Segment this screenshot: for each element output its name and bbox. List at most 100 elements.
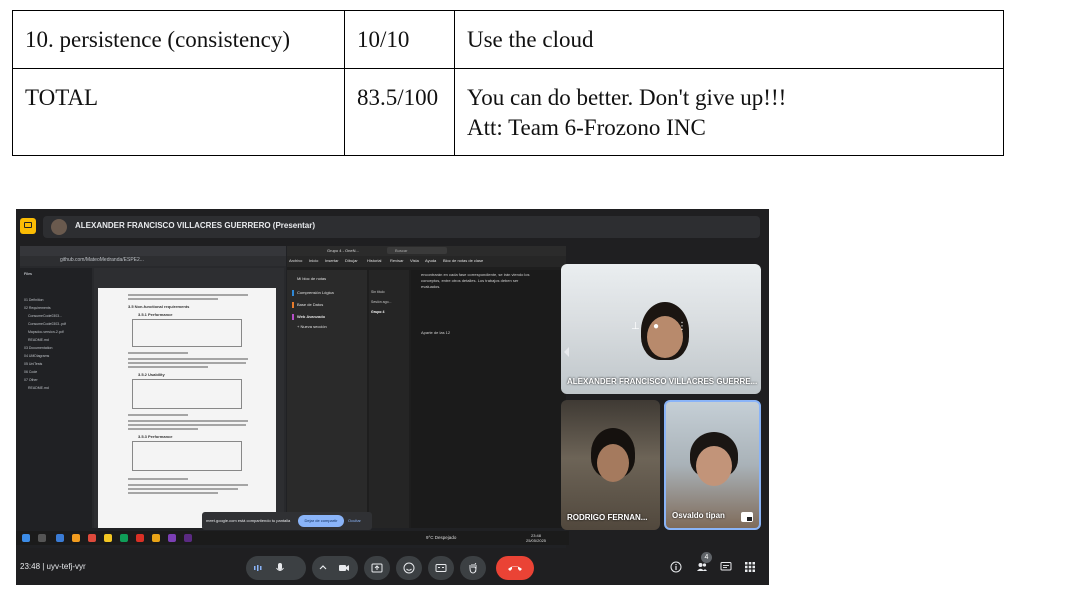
pdf-viewer: 3.5 Non-functional requirements 3.5.1 Pe… <box>94 268 284 528</box>
file-item[interactable]: 07 Other <box>24 378 38 382</box>
app-icon[interactable] <box>56 534 64 542</box>
onenote-icon[interactable] <box>168 534 176 542</box>
file-item[interactable]: 05 UniTests <box>24 362 42 366</box>
text-line <box>128 478 188 480</box>
captions-icon <box>435 564 447 572</box>
score-cell: 10/10 <box>344 10 455 69</box>
comment-line: Use the cloud <box>467 27 594 52</box>
menu-item[interactable]: Insertar <box>325 258 339 263</box>
app-icon[interactable] <box>184 534 192 542</box>
requirement-table <box>132 441 242 471</box>
menu-item[interactable]: Revisar <box>390 258 404 263</box>
text-line <box>128 352 188 354</box>
presenter-name: ALEXANDER FRANCISCO VILLACRES GUERRERO (… <box>75 221 316 230</box>
emoji-button[interactable] <box>396 556 422 580</box>
chevron-up-icon[interactable] <box>318 563 328 573</box>
requirement-table <box>132 319 242 347</box>
browser-window: github.com/MateoMedranda/ESPE2... Files … <box>20 246 286 528</box>
collapse-arrow-icon[interactable] <box>564 347 569 357</box>
end-call-button[interactable] <box>496 556 534 580</box>
file-item[interactable]: 03 Documentation <box>24 346 52 350</box>
comment-line: Att: Team 6-Frozono INC <box>467 115 706 140</box>
participants-count-badge: 4 <box>701 552 712 563</box>
menu-item[interactable]: Historial <box>367 258 381 263</box>
section-item[interactable]: Web Avanzado <box>297 314 325 319</box>
participant-tile[interactable]: Osvaldo tipan <box>664 400 761 530</box>
microphone-icon[interactable] <box>274 562 286 574</box>
file-item[interactable]: ConsumeCode0303... <box>28 314 62 318</box>
file-item[interactable]: 02 Requirements <box>24 306 51 310</box>
onenote-sections: Mi bloc de notas Comprensión Lógica Base… <box>287 270 367 528</box>
pdf-page: 3.5 Non-functional requirements 3.5.1 Pe… <box>98 288 276 528</box>
audio-levels-icon <box>254 565 262 571</box>
chat-icon[interactable] <box>720 561 732 573</box>
stop-sharing-button[interactable]: Dejar de compartir <box>298 515 344 527</box>
browser-tabs <box>20 246 286 256</box>
onenote-search[interactable]: Buscar <box>387 247 447 254</box>
new-section[interactable]: + Nueva sección <box>297 324 327 329</box>
text-line <box>128 492 218 494</box>
file-item[interactable]: Mapsdoc-version-2.pdf <box>28 330 64 334</box>
camera-icon[interactable] <box>338 562 350 574</box>
file-item[interactable]: 04 UMDiagrams <box>24 354 49 358</box>
hide-link[interactable]: Ocultar <box>348 518 361 523</box>
more-vert-icon: ⋮ <box>470 562 481 574</box>
chrome-icon[interactable] <box>88 534 96 542</box>
present-screen-icon <box>371 563 383 573</box>
file-item[interactable]: ConsumeCode0303..pdf <box>28 322 66 326</box>
sharing-text: meet.google.com está compartiendo tu pan… <box>206 518 291 523</box>
file-item[interactable]: README.md <box>28 386 49 390</box>
text-line <box>128 484 248 486</box>
onenote-titlebar: Grupo 4 - OneN... Buscar <box>287 246 566 256</box>
menu-item[interactable]: Dibujar <box>345 258 358 263</box>
app-icon[interactable] <box>120 534 128 542</box>
criterion-cell: TOTAL <box>12 68 345 156</box>
info-icon[interactable] <box>670 561 682 573</box>
text-line <box>128 298 218 300</box>
mic-icon[interactable]: ● <box>653 321 659 332</box>
menu-item[interactable]: Bloc de notas de clase <box>443 258 483 263</box>
text-line <box>128 414 188 416</box>
menu-item[interactable]: Archivo <box>289 258 302 263</box>
activities-icon[interactable] <box>744 561 756 573</box>
start-icon[interactable] <box>22 534 30 542</box>
more-options-button[interactable]: ⋮ <box>470 556 494 580</box>
comment-cell: Use the cloud <box>454 10 1004 69</box>
participant-tile[interactable]: ⊥ ● ⋮ ALEXANDER FRANCISCO VILLACRES GUER… <box>561 264 761 394</box>
avatar <box>51 219 67 235</box>
app-icon[interactable] <box>152 534 160 542</box>
app-icon[interactable] <box>136 534 144 542</box>
section-item[interactable]: Base de Datos <box>297 302 323 307</box>
table-row: TOTAL 83.5/100 You can do better. Don't … <box>12 68 1004 156</box>
page-item[interactable]: Sin título <box>371 290 405 294</box>
onenote-menu: Archivo Inicio Insertar Dibujar Historia… <box>287 256 566 267</box>
tile-controls: ⊥ ● ⋮ <box>631 321 691 337</box>
participant-tile[interactable]: RODRIGO FERNAN... <box>561 400 660 530</box>
page-item[interactable]: Grupo 4 <box>371 310 405 314</box>
folder-icon[interactable] <box>104 534 112 542</box>
presentation-icon[interactable] <box>20 218 36 234</box>
picture-in-picture-icon[interactable] <box>741 512 753 522</box>
file-item[interactable]: README.md <box>28 338 49 342</box>
present-now-button[interactable] <box>364 556 390 580</box>
page-item[interactable]: Sesión ago... <box>371 300 405 304</box>
app-icon[interactable] <box>72 534 80 542</box>
file-item[interactable]: 01 Definition <box>24 298 43 302</box>
note-text: Aparte de las 12 <box>421 330 451 335</box>
captions-button[interactable] <box>428 556 454 580</box>
notebook-name[interactable]: Mi bloc de notas <box>297 276 326 281</box>
section-color <box>292 314 294 320</box>
section-item[interactable]: Comprensión Lógica <box>297 290 334 295</box>
pin-icon[interactable]: ⊥ <box>631 321 640 332</box>
menu-item[interactable]: Inicio <box>309 258 318 263</box>
menu-item[interactable]: Ayuda <box>425 258 436 263</box>
file-item[interactable]: 06 Code <box>24 370 37 374</box>
text-line <box>128 420 248 422</box>
menu-item[interactable]: Vista <box>410 258 419 263</box>
section-heading: 3.5.2 Usability <box>138 372 165 377</box>
meet-screenshot: ALEXANDER FRANCISCO VILLACRES GUERRERO (… <box>16 209 769 585</box>
emoji-icon <box>403 562 415 574</box>
participant-name: RODRIGO FERNAN... <box>567 513 648 522</box>
more-icon[interactable]: ⋮ <box>677 321 687 332</box>
search-icon[interactable] <box>38 534 46 542</box>
